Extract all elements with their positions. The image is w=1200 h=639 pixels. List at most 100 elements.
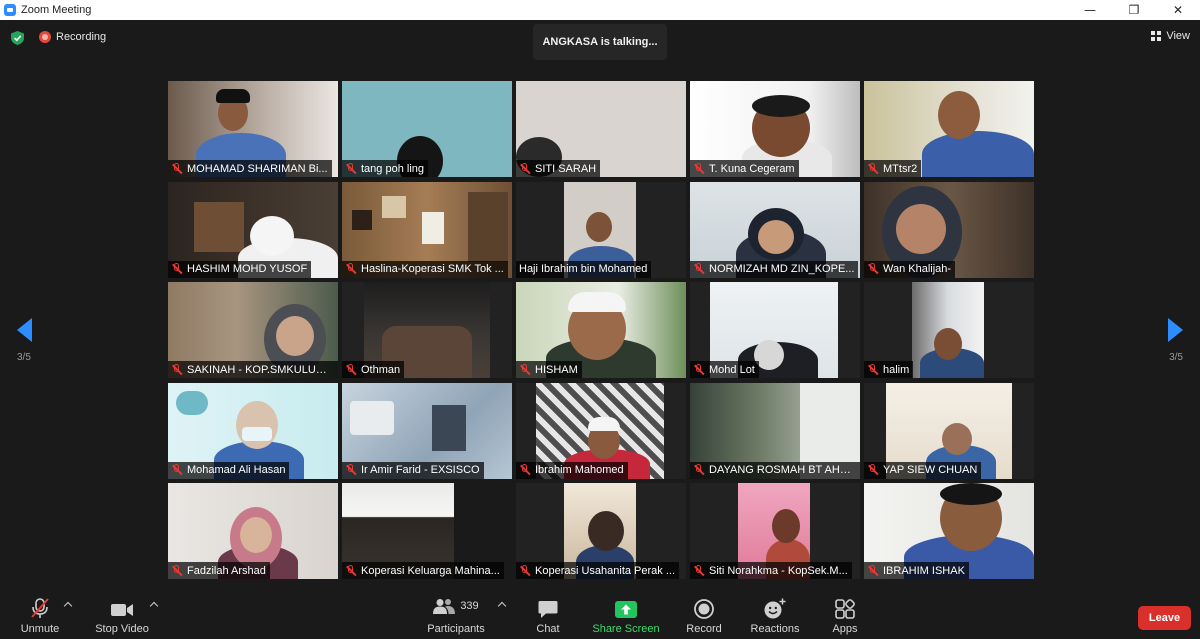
video-tile[interactable]: T. Kuna Cegeram bbox=[690, 81, 860, 177]
video-tile[interactable]: Koperasi Keluarga Mahina... bbox=[342, 483, 512, 579]
audio-options-caret-icon[interactable] bbox=[63, 601, 73, 611]
video-tile[interactable]: NORMIZAH MD ZIN_KOPE... bbox=[690, 181, 860, 278]
video-tile[interactable]: halim bbox=[864, 282, 1034, 378]
participants-options-caret-icon[interactable] bbox=[497, 601, 507, 611]
muted-mic-icon bbox=[171, 564, 183, 577]
recording-dot-icon bbox=[39, 31, 51, 43]
recording-label: Recording bbox=[56, 31, 107, 43]
participant-nameplate: IBRAHIM ISHAK bbox=[864, 562, 969, 579]
video-tile[interactable]: DAYANG ROSMAH BT AHM... bbox=[690, 382, 860, 479]
participant-nameplate: Fadzilah Arshad bbox=[168, 562, 270, 579]
video-tile[interactable]: MOHAMAD SHARIMAN Bi... bbox=[168, 81, 338, 177]
participant-nameplate: Koperasi Keluarga Mahina... bbox=[342, 562, 504, 579]
encryption-shield-icon[interactable] bbox=[11, 31, 24, 45]
unmute-label: Unmute bbox=[20, 623, 60, 635]
video-tile[interactable]: tang poh ling bbox=[342, 81, 512, 177]
participant-nameplate: HASHIM MOHD YUSOF bbox=[168, 260, 312, 278]
participant-name: Mohd Lot bbox=[709, 363, 755, 376]
close-button[interactable]: ✕ bbox=[1156, 0, 1200, 20]
participant-name: Haji Ibrahim bin Mohamed bbox=[519, 263, 648, 275]
minimize-button[interactable]: — bbox=[1068, 0, 1112, 20]
participant-nameplate: DAYANG ROSMAH BT AHM... bbox=[690, 461, 860, 479]
participant-name: Ir Amir Farid - EXSISCO bbox=[361, 464, 480, 476]
window-title: Zoom Meeting bbox=[21, 4, 92, 16]
muted-mic-icon bbox=[693, 363, 705, 376]
muted-mic-icon bbox=[345, 162, 357, 175]
video-tile[interactable]: YAP SIEW CHUAN bbox=[864, 382, 1034, 479]
video-tile[interactable]: Fadzilah Arshad bbox=[168, 483, 338, 579]
participant-nameplate: Koperasi Usahanita Perak ... bbox=[516, 562, 680, 579]
participant-nameplate: YAP SIEW CHUAN bbox=[864, 461, 982, 479]
muted-mic-icon bbox=[171, 162, 183, 175]
muted-mic-icon bbox=[171, 363, 183, 376]
video-tile[interactable]: Wan Khalijah- bbox=[864, 181, 1034, 278]
reactions-button[interactable]: Reactions bbox=[749, 593, 801, 639]
stop-video-button[interactable]: Stop Video bbox=[92, 593, 152, 639]
video-tile[interactable]: Siti Norahkma - KopSek.M... bbox=[690, 483, 860, 579]
participant-name: T. Kuna Cegeram bbox=[709, 162, 795, 175]
video-tile[interactable]: MTtsr2 bbox=[864, 81, 1034, 177]
participant-name: HASHIM MOHD YUSOF bbox=[187, 263, 308, 275]
participant-nameplate: Wan Khalijah- bbox=[864, 260, 956, 278]
next-page-arrow-icon[interactable] bbox=[1168, 318, 1183, 342]
video-tile[interactable]: Haslina-Koperasi SMK Tok ... bbox=[342, 181, 512, 278]
active-speaker-banner: ANGKASA is talking... bbox=[533, 24, 667, 60]
participant-nameplate: Mohd Lot bbox=[690, 361, 759, 378]
participant-nameplate: tang poh ling bbox=[342, 160, 428, 177]
muted-mic-icon bbox=[693, 263, 705, 275]
recording-indicator[interactable]: Recording bbox=[39, 31, 106, 43]
muted-mic-icon bbox=[519, 564, 531, 577]
muted-mic-icon bbox=[519, 162, 531, 175]
share-screen-button[interactable]: Share Screen bbox=[592, 593, 660, 639]
muted-mic-icon bbox=[867, 263, 879, 275]
apps-button[interactable]: Apps bbox=[829, 593, 861, 639]
muted-mic-icon bbox=[345, 363, 357, 376]
video-tile[interactable]: HASHIM MOHD YUSOF bbox=[168, 181, 338, 278]
muted-mic-icon bbox=[867, 162, 879, 175]
participant-name: MTtsr2 bbox=[883, 162, 918, 175]
participants-count: 339 bbox=[460, 600, 479, 612]
video-tile[interactable]: Mohamad Ali Hasan bbox=[168, 382, 338, 479]
participant-name: SAKINAH - KOP.SMKULUBE... bbox=[187, 363, 334, 376]
previous-page-arrow-icon[interactable] bbox=[17, 318, 32, 342]
leave-button[interactable]: Leave bbox=[1138, 606, 1191, 630]
participant-name: YAP SIEW CHUAN bbox=[883, 464, 978, 476]
page-indicator-right: 3/5 bbox=[1169, 352, 1183, 363]
window-controls: — ❐ ✕ bbox=[1068, 0, 1200, 20]
video-tile[interactable]: SITI SARAH bbox=[516, 81, 686, 177]
video-tile[interactable]: Mohd Lot bbox=[690, 282, 860, 378]
maximize-button[interactable]: ❐ bbox=[1112, 0, 1156, 20]
video-tile[interactable]: IBRAHIM ISHAK bbox=[864, 483, 1034, 579]
participant-nameplate: SAKINAH - KOP.SMKULUBE... bbox=[168, 361, 338, 378]
muted-mic-icon bbox=[867, 363, 879, 376]
muted-mic-icon bbox=[867, 564, 879, 577]
muted-mic-icon bbox=[171, 464, 183, 476]
video-tile[interactable]: Haji Ibrahim bin Mohamed bbox=[516, 181, 686, 278]
participant-nameplate: Mohamad Ali Hasan bbox=[168, 461, 290, 479]
participants-button[interactable]: 339 Participants bbox=[427, 593, 485, 639]
video-tile[interactable]: Koperasi Usahanita Perak ... bbox=[516, 483, 686, 579]
record-button[interactable]: Record bbox=[684, 593, 724, 639]
title-bar: Zoom Meeting — ❐ ✕ bbox=[0, 0, 1200, 20]
zoom-app-icon bbox=[4, 4, 16, 16]
participant-nameplate: Othman bbox=[342, 361, 405, 378]
muted-mic-icon bbox=[867, 464, 879, 476]
video-tile[interactable]: HISHAM bbox=[516, 282, 686, 378]
participant-name: Haslina-Koperasi SMK Tok ... bbox=[361, 263, 504, 275]
participant-name: Wan Khalijah- bbox=[883, 263, 952, 275]
participant-name: Koperasi Usahanita Perak ... bbox=[535, 564, 676, 577]
video-tile[interactable]: Ibrahim Mahomed bbox=[516, 382, 686, 479]
record-icon bbox=[694, 599, 714, 619]
video-tile[interactable]: SAKINAH - KOP.SMKULUBE... bbox=[168, 282, 338, 378]
view-button[interactable]: View bbox=[1151, 30, 1190, 42]
share-screen-label: Share Screen bbox=[592, 623, 660, 635]
participant-nameplate: SITI SARAH bbox=[516, 160, 601, 177]
video-tile[interactable]: Othman bbox=[342, 282, 512, 378]
muted-mic-icon bbox=[693, 564, 705, 577]
chat-button[interactable]: Chat bbox=[532, 593, 564, 639]
video-tile[interactable]: Ir Amir Farid - EXSISCO bbox=[342, 382, 512, 479]
participant-name: NORMIZAH MD ZIN_KOPE... bbox=[709, 263, 855, 275]
unmute-button[interactable]: Unmute bbox=[18, 593, 62, 639]
participant-nameplate: Haslina-Koperasi SMK Tok ... bbox=[342, 260, 508, 278]
participant-name: Othman bbox=[361, 363, 401, 376]
